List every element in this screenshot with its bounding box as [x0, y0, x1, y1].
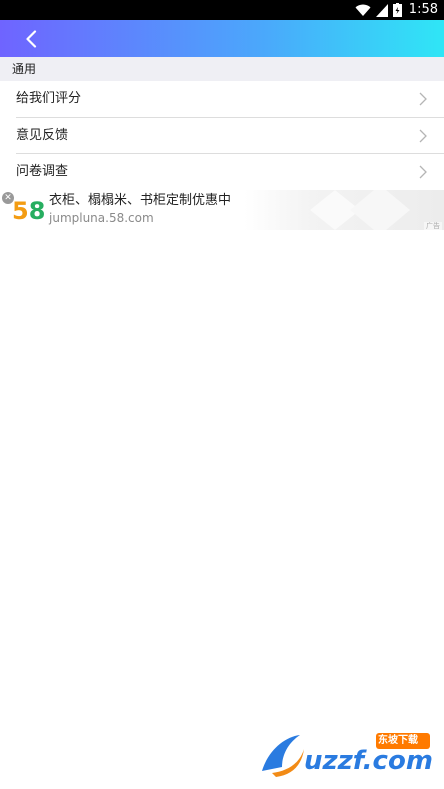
chevron-right-icon: [419, 129, 427, 143]
ad-logo: 58: [12, 197, 46, 225]
ad-tag: 广告: [424, 222, 442, 230]
chevron-right-icon: [419, 165, 427, 179]
close-icon: ✕: [4, 192, 12, 203]
section-title: 通用: [12, 62, 37, 76]
svg-text:uzzf.com: uzzf.com: [304, 746, 433, 776]
status-time: 1:58: [408, 2, 438, 17]
menu-item-feedback[interactable]: 意见反馈: [0, 118, 444, 154]
menu-item-rate-us[interactable]: 给我们评分: [0, 81, 444, 117]
status-icons: 1:58: [355, 2, 438, 18]
menu-item-label: 问卷调查: [16, 164, 69, 179]
chevron-left-icon: [26, 30, 37, 48]
signal-icon: [375, 3, 388, 17]
app-bar: [0, 20, 444, 57]
battery-icon: [392, 3, 402, 17]
watermark-badge: 东坡下载: [378, 735, 418, 746]
chevron-right-icon: [419, 92, 427, 106]
ad-url: jumpluna.58.com: [49, 211, 154, 225]
ad-title[interactable]: 衣柜、榻榻米、书柜定制优惠中: [49, 193, 231, 209]
ad-background-pattern: [310, 190, 410, 230]
wifi-icon: [355, 4, 371, 16]
status-bar: 1:58: [0, 0, 444, 20]
back-button[interactable]: [18, 26, 44, 52]
menu-item-survey[interactable]: 问卷调查: [0, 154, 444, 190]
menu-item-label: 给我们评分: [16, 91, 82, 106]
section-header: 通用: [0, 57, 444, 81]
menu-item-label: 意见反馈: [16, 128, 69, 143]
